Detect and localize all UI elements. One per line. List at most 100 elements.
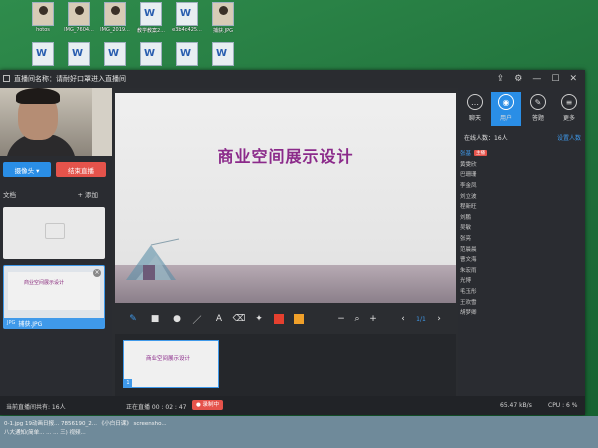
zoom-in-button[interactable]: + — [367, 313, 379, 325]
desktop-icon[interactable] — [98, 42, 132, 67]
recording-badge[interactable]: ● 录制中 — [192, 400, 224, 410]
presentation-stage[interactable]: 商业空间展示设计 — [115, 93, 456, 303]
pen-icon: ✎ — [530, 94, 546, 110]
tab-more[interactable]: ≡ 更多 — [554, 92, 584, 126]
zoom-icon[interactable]: ⌕ — [351, 313, 363, 325]
online-count: 在线人数：16人 — [464, 135, 508, 142]
user-list: 张基 主播 黄雯欣 巴珊珊 李金凤 刘立波 程新旺 刘鹏 吴敏 张亮 范晨晨 曹文… — [460, 148, 580, 318]
list-item[interactable]: 巴珊珊 — [460, 169, 580, 180]
documents-label: 文档 — [3, 191, 16, 199]
list-item[interactable]: 刘鹏 — [460, 212, 580, 223]
tab-quiz[interactable]: ✎ 答题 — [523, 92, 553, 126]
settings-icon[interactable]: ⚙ — [514, 72, 522, 86]
panel-tabs: … 聊天 ◉ 用户 ✎ 答题 ≡ 更多 — [458, 92, 585, 126]
file-names-row: 0-1.jpg 19动画日报... 7856190_2... 《小白日课》 sc… — [4, 421, 167, 427]
tab-chat[interactable]: … 聊天 — [460, 92, 490, 126]
red-color-swatch[interactable] — [273, 313, 285, 325]
clear-tool-icon[interactable]: ✦ — [253, 313, 265, 325]
desktop-file-strip: 0-1.jpg 19动画日报... 7856190_2... 《小白日课》 sc… — [0, 416, 598, 448]
photo-icon — [212, 2, 234, 26]
live-timer: 正在直播 00 : 02 : 47 — [126, 404, 187, 411]
minimize-button[interactable]: — — [532, 72, 541, 86]
list-item[interactable]: 吴敏 — [460, 222, 580, 233]
close-icon[interactable]: × — [93, 269, 101, 277]
word-document-icon — [140, 42, 162, 66]
next-page-button[interactable]: › — [433, 313, 445, 325]
desktop-icon[interactable] — [26, 42, 60, 67]
camera-button[interactable]: 摄像头 ▾ — [3, 162, 51, 177]
page-indicator: 1/1 — [416, 315, 426, 323]
thumbnail-title: 商业空间展示设计 — [24, 280, 65, 286]
list-item[interactable]: 王欢雪 — [460, 296, 580, 307]
drawing-toolbar: ✎ ■ ● ／ A ⌫ ✦ − ⌕ + ‹ 1/1 › — [115, 307, 456, 331]
list-item[interactable]: 范晨晨 — [460, 243, 580, 254]
list-item[interactable]: 张基 主播 — [460, 148, 580, 159]
whiteboard-icon — [45, 223, 65, 239]
file-name: 捕获.JPG — [18, 320, 43, 328]
text-tool-icon[interactable]: A — [213, 313, 225, 325]
list-item[interactable]: 曹文海 — [460, 254, 580, 265]
documents-header: 文档 + 添加 — [0, 186, 112, 200]
list-item[interactable]: 张亮 — [460, 233, 580, 244]
desktop-icon[interactable]: e3b4c425... — [170, 2, 204, 33]
orange-color-swatch[interactable] — [293, 313, 305, 325]
set-count-link[interactable]: 设置人数 — [557, 133, 581, 142]
word-document-icon — [140, 2, 162, 26]
photo-icon — [32, 2, 54, 26]
eraser-tool-icon[interactable]: ⌫ — [233, 313, 246, 325]
menu-icon: ≡ — [561, 94, 577, 110]
desktop-icon[interactable]: 教学教案2... — [134, 2, 168, 34]
list-item[interactable]: 黄雯欣 — [460, 159, 580, 170]
list-item[interactable]: 朱宏雨 — [460, 265, 580, 276]
list-item[interactable]: 刘立波 — [460, 190, 580, 201]
slide-title: 商业空间展示设计 — [217, 147, 354, 166]
slide-number: 1 — [124, 379, 132, 387]
desktop-icon[interactable] — [170, 42, 204, 67]
status-bar: 当前直播间共有: 16人 正在直播 00 : 02 : 47 ● 录制中 65.… — [0, 396, 585, 415]
desktop-icon[interactable] — [206, 42, 240, 67]
word-document-icon — [212, 42, 234, 66]
file-type-label: JPG — [7, 320, 16, 326]
zoom-out-button[interactable]: − — [335, 313, 347, 325]
desktop-icon[interactable]: hotos — [26, 2, 60, 33]
file-caption: JPG 捕获.JPG — [4, 318, 104, 328]
word-document-icon — [176, 42, 198, 66]
right-panel: … 聊天 ◉ 用户 ✎ 答题 ≡ 更多 在线人数：16人 设置人数 张基 主播 黄… — [458, 88, 585, 396]
rectangle-tool-icon[interactable]: ■ — [149, 313, 161, 325]
add-document-button[interactable]: + 添加 — [77, 189, 98, 199]
desktop-icon[interactable]: IMG_7604... — [62, 2, 96, 33]
slide-thumbnail[interactable]: 商业空间展示设计 1 — [123, 340, 219, 388]
slide-illustration — [126, 238, 180, 280]
whiteboard-thumbnail[interactable] — [3, 207, 105, 259]
pen-tool-icon[interactable]: ✎ — [127, 313, 139, 325]
list-item[interactable]: 程新旺 — [460, 201, 580, 212]
document-thumbnail[interactable]: 商业空间展示设计 × JPG 捕获.JPG — [3, 265, 105, 329]
end-live-button[interactable]: 结束直播 — [56, 162, 106, 177]
window-title: 直播间名称：请耐好口罩进入直播间 — [14, 75, 126, 83]
line-tool-icon[interactable]: ／ — [191, 313, 203, 326]
previous-page-button[interactable]: ‹ — [397, 313, 409, 325]
desktop-icon[interactable]: IMG_2019... — [98, 2, 132, 33]
photo-icon — [68, 2, 90, 26]
close-button[interactable]: ✕ — [569, 72, 577, 86]
circle-tool-icon[interactable]: ● — [171, 313, 183, 325]
list-item[interactable]: 李金凤 — [460, 180, 580, 191]
desktop-icon[interactable] — [134, 42, 168, 67]
desktop-icon[interactable] — [62, 42, 96, 67]
viewer-count: 当前直播间共有: 16人 — [6, 404, 66, 411]
list-item[interactable]: 光博 — [460, 275, 580, 286]
list-item[interactable]: 胡梦卿 — [460, 307, 580, 318]
list-item[interactable]: 毛玉彤 — [460, 286, 580, 297]
maximize-button[interactable]: ☐ — [551, 72, 559, 86]
file-names-row: 八大通知(简单... ... ... 三) 视频... — [4, 430, 86, 436]
host-badge: 主播 — [474, 150, 488, 157]
desktop-icon[interactable]: 捕获.JPG — [206, 2, 240, 34]
photo-icon — [104, 2, 126, 26]
network-speed: 65.47 kB/s — [500, 402, 532, 409]
word-document-icon — [68, 42, 90, 66]
slide-thumbnail-title: 商业空间展示设计 — [146, 356, 191, 362]
title-bar: 直播间名称：请耐好口罩进入直播间 ⇪ ⚙ — ☐ ✕ — [0, 70, 585, 88]
tab-users[interactable]: ◉ 用户 — [491, 92, 521, 126]
camera-preview — [0, 88, 112, 156]
share-icon[interactable]: ⇪ — [497, 72, 505, 86]
